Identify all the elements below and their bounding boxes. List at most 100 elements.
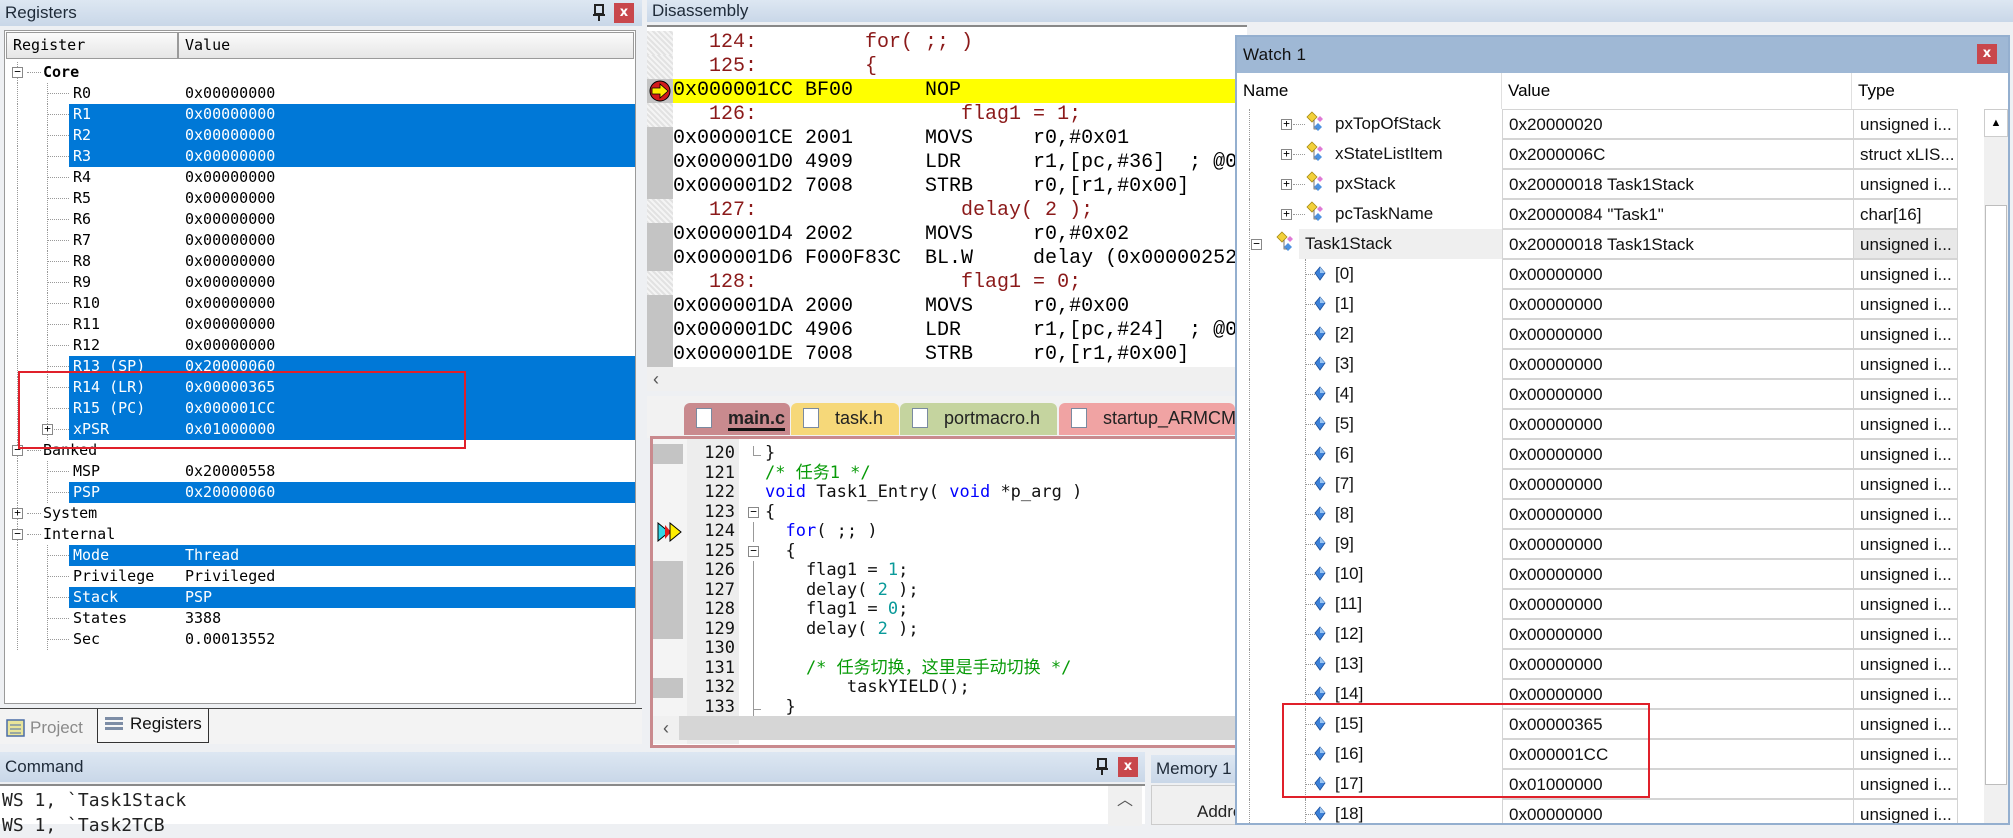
watch-value[interactable]: 0x00000000 — [1502, 559, 1854, 589]
register-row[interactable]: R10 0x00000000 — [5, 293, 635, 314]
watch-value[interactable]: 0x00000000 — [1502, 379, 1854, 409]
instruction-row[interactable]: 0x000001D2 7008 STRB r0,[r1,#0x00] — [673, 175, 1247, 199]
watch-value[interactable]: 0x00000000 — [1502, 439, 1854, 469]
code-line[interactable]: { — [765, 502, 1239, 523]
watch-row[interactable]: [9] 0x00000000 unsigned i... — [1237, 529, 1982, 559]
watch-row[interactable]: [18] 0x00000000 unsigned i... — [1237, 799, 1982, 823]
watch-value[interactable]: 0x20000018 Task1Stack — [1502, 229, 1854, 259]
disassembly-view[interactable]: 124: for( ;; ) 125: {0x000001CC BF00 NOP… — [647, 25, 1247, 367]
column-header-value[interactable]: Value — [178, 32, 634, 59]
editor-hscrollbar[interactable]: ‹ — [653, 716, 1239, 740]
editor-tab[interactable]: main.c — [684, 403, 790, 435]
register-row[interactable]: R2 0x00000000 — [5, 125, 635, 146]
register-row[interactable]: MSP 0x20000558 — [5, 461, 635, 482]
command-close-button[interactable]: x — [1118, 757, 1138, 777]
watch-row[interactable]: [3] 0x00000000 unsigned i... — [1237, 349, 1982, 379]
code-line[interactable]: /* 任务1 */ — [765, 463, 1239, 484]
editor-frame[interactable]: 120} 121/* 任务1 */122 void Task1_Entry( voi… — [650, 436, 1242, 748]
watch-value[interactable]: 0x00000000 — [1502, 799, 1854, 823]
watch-row[interactable]: [5] 0x00000000 unsigned i... — [1237, 409, 1982, 439]
editor-tab[interactable]: startup_ARMCM — [1059, 403, 1236, 435]
code-line[interactable]: /* 任务切换，这里是手动切换 */ — [765, 658, 1239, 679]
expand-icon[interactable]: + — [12, 507, 23, 519]
expand-icon[interactable]: + — [1281, 178, 1292, 190]
register-row[interactable]: R13 (SP) 0x20000060 — [5, 356, 635, 377]
watch-row[interactable]: [0] 0x00000000 unsigned i... — [1237, 259, 1982, 289]
register-row[interactable]: − Internal — [5, 524, 635, 545]
instruction-row[interactable]: 0x000001DC 4906 LDR r1,[pc,#24] ; @0 — [673, 319, 1247, 343]
watch-row[interactable]: + pxStack 0x20000018 Task1Stack unsigned i.… — [1237, 169, 1982, 199]
watch-row[interactable]: [10] 0x00000000 unsigned i... — [1237, 559, 1982, 589]
instruction-row[interactable]: 0x000001D4 2002 MOVS r0,#0x02 — [673, 223, 1247, 247]
code-line[interactable]: } — [765, 697, 1239, 718]
scroll-up-icon[interactable]: ▲ — [1984, 109, 2008, 137]
register-row[interactable]: + System — [5, 503, 635, 524]
instruction-row[interactable]: 0x000001D6 F000F83C BL.W delay (0x000002… — [673, 247, 1247, 271]
register-row[interactable]: Privilege Privileged — [5, 566, 635, 587]
code-line[interactable] — [765, 639, 1239, 659]
watch-close-button[interactable]: x — [1977, 44, 1997, 64]
tab-project[interactable]: Project — [4, 715, 83, 741]
watch-row[interactable]: [7] 0x00000000 unsigned i... — [1237, 469, 1982, 499]
register-row[interactable]: PSP 0x20000060 — [5, 482, 635, 503]
editor-tab[interactable]: task.h — [791, 403, 899, 435]
source-line[interactable]: 127: delay( 2 ); — [673, 199, 1247, 223]
watch-value[interactable]: 0x20000084 "Task1" — [1502, 199, 1854, 229]
code-line[interactable]: flag1 = 0; — [765, 599, 1239, 620]
watch-row[interactable]: + pcTaskName 0x20000084 "Task1" char[16] — [1237, 199, 1982, 229]
watch-row[interactable]: [14] 0x00000000 unsigned i... — [1237, 679, 1982, 709]
watch-row[interactable]: [1] 0x00000000 unsigned i... — [1237, 289, 1982, 319]
watch-value[interactable]: 0x00000000 — [1502, 649, 1854, 679]
watch-value[interactable]: 0x00000000 — [1502, 499, 1854, 529]
memory-tab[interactable]: Memory 1 — [1151, 755, 1237, 783]
watch-row[interactable]: [13] 0x00000000 unsigned i... — [1237, 649, 1982, 679]
watch-value[interactable]: 0x00000000 — [1502, 319, 1854, 349]
watch-value[interactable]: 0x00000000 — [1502, 259, 1854, 289]
watch-vscrollbar[interactable]: ▲ — [1984, 109, 2008, 823]
watch-row[interactable]: − Task1Stack 0x20000018 Task1Stack unsigned… — [1237, 229, 1982, 259]
fold-collapse-icon[interactable]: − — [748, 545, 759, 557]
source-line[interactable]: 124: for( ;; ) — [673, 31, 1247, 55]
code-line[interactable]: for( ;; ) — [765, 521, 1239, 542]
watch-value[interactable]: 0x2000006C — [1502, 139, 1854, 169]
registers-tree[interactable]: Register Value − Core R0 0x00000000 R1 0x0000… — [4, 30, 636, 704]
watch-value[interactable]: 0x20000020 — [1502, 109, 1854, 139]
watch-row[interactable]: [4] 0x00000000 unsigned i... — [1237, 379, 1982, 409]
pin-icon[interactable] — [1095, 758, 1109, 776]
register-row[interactable]: R4 0x00000000 — [5, 167, 635, 188]
code-line[interactable]: void Task1_Entry( void *p_arg ) — [765, 482, 1239, 503]
code-line[interactable]: { — [765, 541, 1239, 562]
tab-registers[interactable]: Registers — [97, 709, 209, 743]
register-row[interactable]: R14 (LR) 0x00000365 — [5, 377, 635, 398]
register-row[interactable]: Stack PSP — [5, 587, 635, 608]
register-row[interactable]: Sec 0.00013552 — [5, 629, 635, 650]
watch-row[interactable]: [12] 0x00000000 unsigned i... — [1237, 619, 1982, 649]
register-row[interactable]: R0 0x00000000 — [5, 83, 635, 104]
watch-row[interactable]: [6] 0x00000000 unsigned i... — [1237, 439, 1982, 469]
instruction-row[interactable]: 0x000001D0 4909 LDR r1,[pc,#36] ; @0 — [673, 151, 1247, 175]
expand-icon[interactable]: + — [1281, 148, 1292, 160]
source-line[interactable]: 126: flag1 = 1; — [673, 103, 1247, 127]
collapse-icon[interactable]: − — [12, 528, 23, 540]
collapse-icon[interactable]: − — [1251, 238, 1262, 250]
register-row[interactable]: R1 0x00000000 — [5, 104, 635, 125]
watch-value[interactable]: 0x00000000 — [1502, 529, 1854, 559]
column-header-type[interactable]: Type — [1852, 73, 1957, 109]
expand-icon[interactable]: + — [1281, 208, 1292, 220]
editor-tab[interactable]: portmacro.h — [900, 403, 1057, 435]
disassembly-hscrollbar[interactable]: ‹ — [647, 367, 1247, 391]
watch-value[interactable]: 0x000001CC — [1502, 739, 1854, 769]
watch-row[interactable]: [8] 0x00000000 unsigned i... — [1237, 499, 1982, 529]
scroll-left-icon[interactable]: ‹ — [653, 716, 679, 740]
watch-row[interactable]: + pxTopOfStack 0x20000020 unsigned i... — [1237, 109, 1982, 139]
register-row[interactable]: − Core — [5, 62, 635, 83]
pin-icon[interactable] — [592, 4, 606, 22]
register-row[interactable]: R12 0x00000000 — [5, 335, 635, 356]
instruction-row[interactable]: 0x000001CC BF00 NOP — [673, 79, 1247, 103]
scroll-thumb[interactable] — [1985, 205, 2007, 785]
instruction-row[interactable]: 0x000001DA 2000 MOVS r0,#0x00 — [673, 295, 1247, 319]
watch-value[interactable]: 0x00000000 — [1502, 589, 1854, 619]
watch-value[interactable]: 0x00000365 — [1502, 709, 1854, 739]
register-row[interactable]: R15 (PC) 0x000001CC — [5, 398, 635, 419]
scroll-left-icon[interactable]: ‹ — [653, 367, 659, 391]
